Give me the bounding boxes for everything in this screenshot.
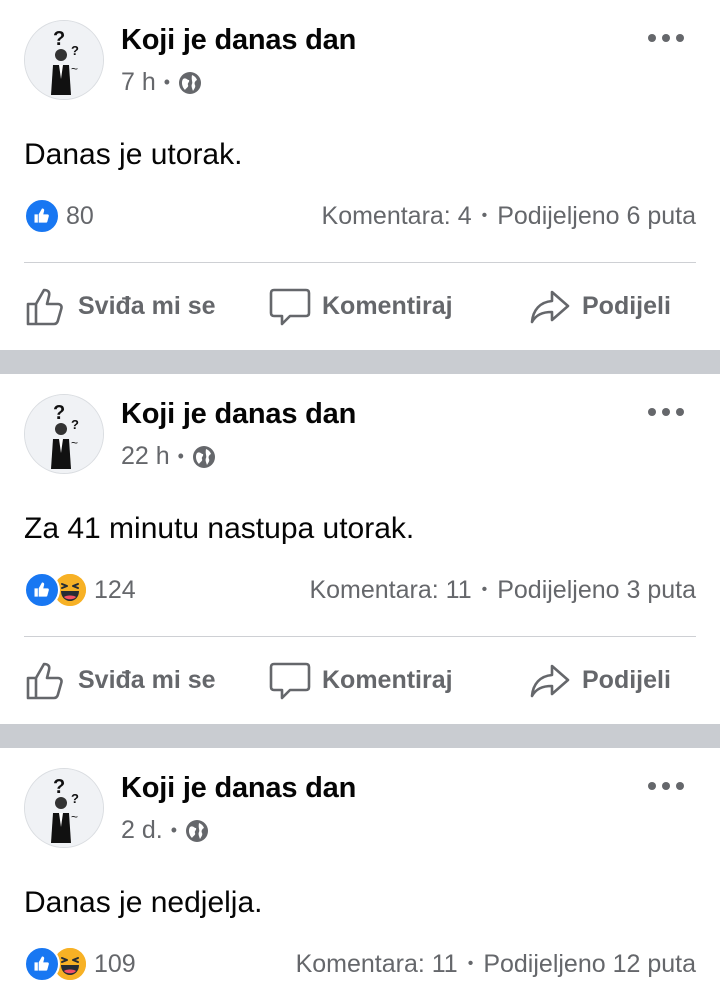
post-card: ? ? ~ Koji je danas dan 7 h • Danas je u… <box>0 0 720 350</box>
comment-count[interactable]: Komentara: 4 <box>322 202 472 231</box>
share-button[interactable]: Podijeli <box>528 284 671 328</box>
comment-count[interactable]: Komentara: 11 <box>309 576 471 605</box>
divider <box>24 636 696 637</box>
meta-separator: • <box>163 72 171 92</box>
more-icon-dot <box>662 408 670 416</box>
share-count[interactable]: Podijeljeno 12 puta <box>483 950 696 979</box>
post-stats: 124 Komentara: 11 • Podijeljeno 3 puta <box>24 572 696 608</box>
globe-icon <box>186 819 209 842</box>
share-button[interactable]: Podijeli <box>528 658 671 702</box>
avatar-illustration-icon: ? ? ~ <box>25 395 103 473</box>
more-options-button[interactable] <box>648 404 684 420</box>
stats-separator: • <box>481 581 488 598</box>
post-text: Danas je nedjelja. <box>24 886 263 919</box>
reactions-summary[interactable]: 124 <box>24 572 136 608</box>
share-button-label: Podijeli <box>582 665 671 694</box>
page-avatar[interactable]: ? ? ~ <box>24 20 104 100</box>
svg-text:~: ~ <box>71 810 78 824</box>
svg-text:?: ? <box>71 43 79 58</box>
svg-text:?: ? <box>71 791 79 806</box>
share-icon <box>530 290 570 324</box>
meta-separator: • <box>170 820 178 840</box>
reaction-count[interactable]: 109 <box>94 950 136 979</box>
post-stats: 80 Komentara: 4 • Podijeljeno 6 puta <box>24 198 696 234</box>
engagement-stats: Komentara: 11 • Podijeljeno 12 puta <box>296 950 696 979</box>
more-icon-dot <box>662 34 670 42</box>
share-count[interactable]: Podijeljeno 6 puta <box>497 202 696 231</box>
page-avatar[interactable]: ? ? ~ <box>24 768 104 848</box>
like-button-label: Sviđa mi se <box>78 665 216 694</box>
comment-icon <box>269 288 311 326</box>
more-options-button[interactable] <box>648 778 684 794</box>
post-text: Danas je utorak. <box>24 138 243 171</box>
svg-text:~: ~ <box>71 62 78 76</box>
svg-text:?: ? <box>53 28 65 50</box>
like-reaction-icon <box>24 198 60 234</box>
more-icon-dot <box>662 782 670 790</box>
comment-button[interactable]: Komentiraj <box>268 284 453 328</box>
more-icon-dot <box>648 34 656 42</box>
svg-text:?: ? <box>53 776 65 798</box>
reaction-count[interactable]: 80 <box>66 202 94 231</box>
post-time[interactable]: 22 h <box>121 442 170 471</box>
globe-icon <box>192 445 215 468</box>
more-icon-dot <box>648 408 656 416</box>
thumbs-up-icon <box>26 662 63 700</box>
post-actions: Sviđa mi se Komentiraj Podijeli <box>0 280 720 332</box>
comment-button-label: Komentiraj <box>322 291 453 320</box>
comment-button[interactable]: Komentiraj <box>268 658 453 702</box>
more-icon-dot <box>676 782 684 790</box>
avatar-illustration-icon: ? ? ~ <box>25 769 103 847</box>
like-reaction-icon <box>24 946 60 982</box>
post-meta: 2 d. • <box>121 816 209 845</box>
page-name[interactable]: Koji je danas dan <box>121 772 356 805</box>
comment-icon <box>269 662 311 700</box>
post-text: Za 41 minutu nastupa utorak. <box>24 512 415 545</box>
more-icon-dot <box>676 34 684 42</box>
news-feed: ? ? ~ Koji je danas dan 7 h • Danas je u… <box>0 0 720 1007</box>
feed-separator <box>0 350 720 374</box>
post-stats: 109 Komentara: 11 • Podijeljeno 12 puta <box>24 946 696 982</box>
more-icon-dot <box>648 782 656 790</box>
post-card: ? ? ~ Koji je danas dan 2 d. • Danas je … <box>0 748 720 1007</box>
comment-button-label: Komentiraj <box>322 665 453 694</box>
page-name[interactable]: Koji je danas dan <box>121 398 356 431</box>
divider <box>24 262 696 263</box>
globe-icon <box>179 71 202 94</box>
post-time[interactable]: 7 h <box>121 68 156 97</box>
like-reaction-icon <box>24 572 60 608</box>
reactions-summary[interactable]: 80 <box>24 198 94 234</box>
stats-separator: • <box>481 207 488 224</box>
post-time[interactable]: 2 d. <box>121 816 163 845</box>
engagement-stats: Komentara: 11 • Podijeljeno 3 puta <box>309 576 696 605</box>
meta-separator: • <box>177 446 184 466</box>
post-actions: Sviđa mi se Komentiraj Podijeli <box>0 654 720 706</box>
thumbs-up-icon <box>26 288 63 326</box>
like-button[interactable]: Sviđa mi se <box>24 284 216 328</box>
svg-text:?: ? <box>71 417 79 432</box>
post-meta: 7 h • <box>121 68 202 97</box>
comment-count[interactable]: Komentara: 11 <box>296 950 458 979</box>
svg-text:?: ? <box>53 402 65 424</box>
engagement-stats: Komentara: 4 • Podijeljeno 6 puta <box>322 202 696 231</box>
feed-separator <box>0 724 720 748</box>
like-button[interactable]: Sviđa mi se <box>24 658 216 702</box>
reactions-summary[interactable]: 109 <box>24 946 136 982</box>
stats-separator: • <box>467 955 474 972</box>
post-meta: 22 h • <box>121 442 216 471</box>
share-icon <box>530 664 570 698</box>
more-icon-dot <box>676 408 684 416</box>
svg-text:~: ~ <box>71 436 78 450</box>
more-options-button[interactable] <box>648 30 684 46</box>
post-card: ? ? ~ Koji je danas dan 22 h • Za 41 min… <box>0 374 720 724</box>
share-button-label: Podijeli <box>582 291 671 320</box>
page-avatar[interactable]: ? ? ~ <box>24 394 104 474</box>
share-count[interactable]: Podijeljeno 3 puta <box>497 576 696 605</box>
reaction-count[interactable]: 124 <box>94 576 136 605</box>
avatar-illustration-icon: ? ? ~ <box>25 21 103 99</box>
page-name[interactable]: Koji je danas dan <box>121 24 356 57</box>
like-button-label: Sviđa mi se <box>78 291 216 320</box>
